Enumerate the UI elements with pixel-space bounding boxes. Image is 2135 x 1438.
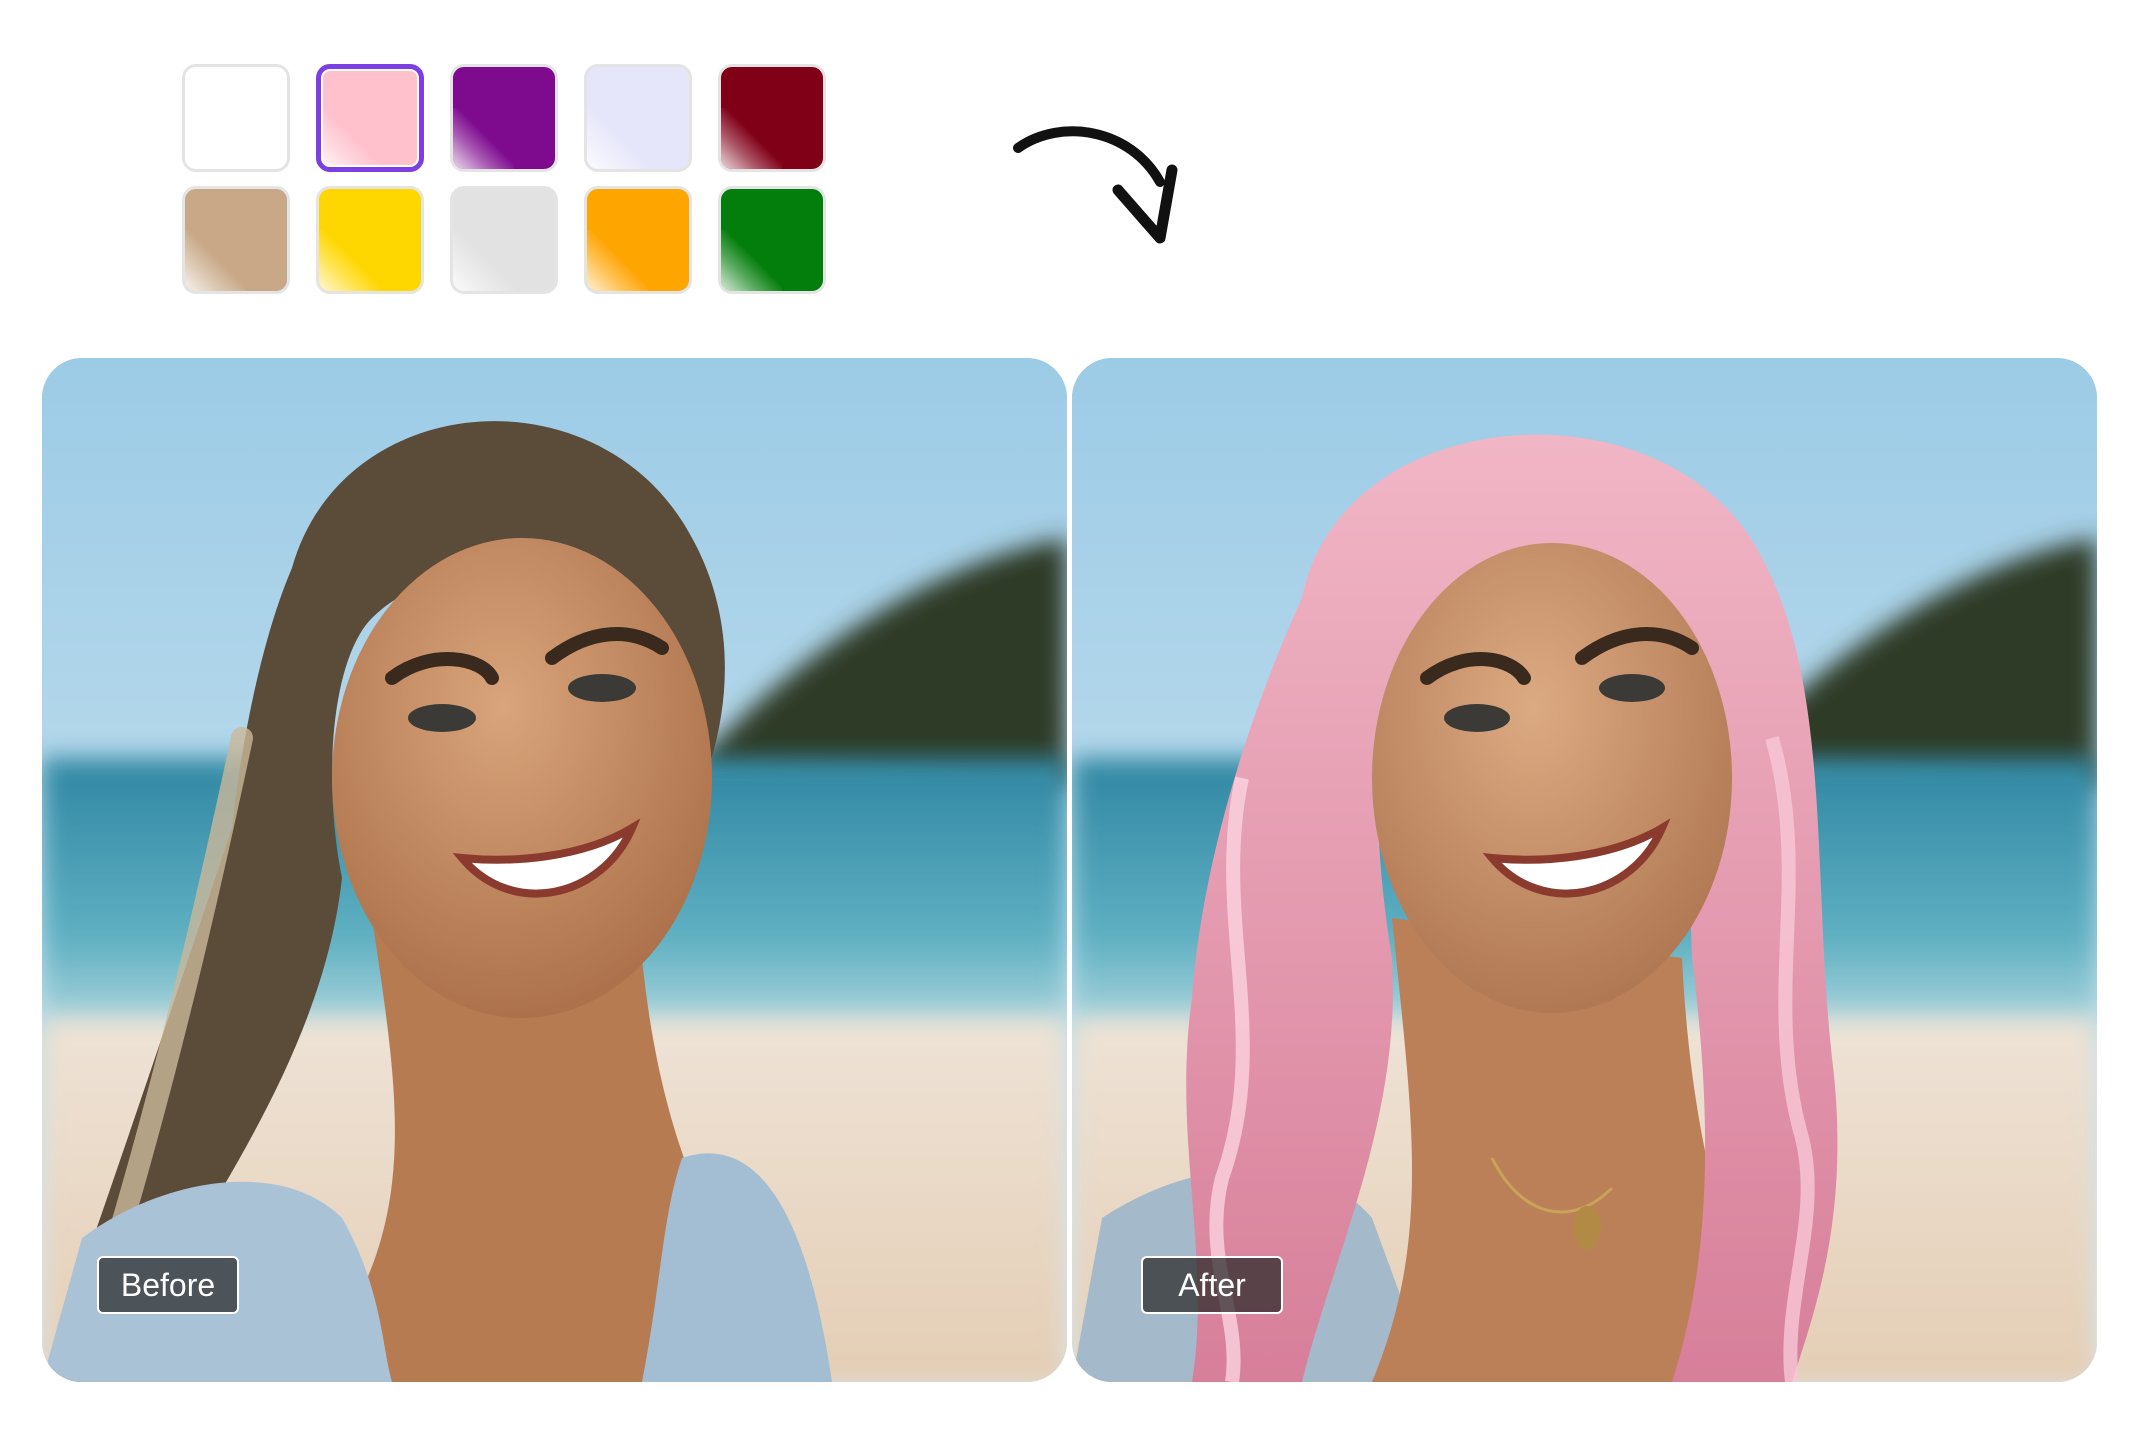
before-photo-panel: Before (42, 358, 1067, 1382)
swatch-purple[interactable] (450, 64, 558, 172)
swatch-maroon[interactable] (718, 64, 826, 172)
hair-color-palette (182, 64, 832, 296)
swatch-lavender[interactable] (584, 64, 692, 172)
swatch-pink[interactable] (316, 64, 424, 172)
swatch-white[interactable] (182, 64, 290, 172)
before-photo (42, 358, 1067, 1382)
curved-arrow-icon (1013, 126, 1178, 244)
after-photo (1072, 358, 2097, 1382)
after-label: After (1141, 1256, 1283, 1314)
after-photo-panel: After (1072, 358, 2097, 1382)
swatch-green[interactable] (718, 186, 826, 294)
swatch-light-gray[interactable] (450, 186, 558, 294)
swatch-orange[interactable] (584, 186, 692, 294)
swatch-yellow[interactable] (316, 186, 424, 294)
swatch-tan[interactable] (182, 186, 290, 294)
before-label: Before (97, 1256, 239, 1314)
